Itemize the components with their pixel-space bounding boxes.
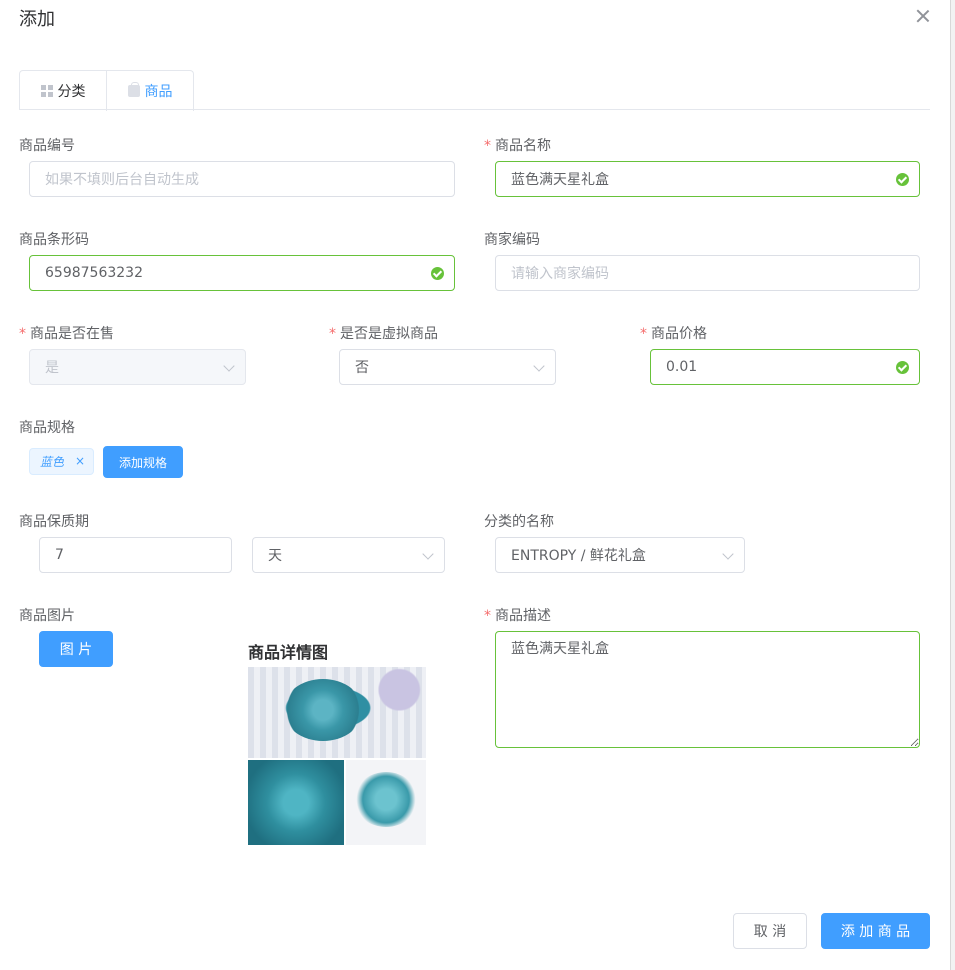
dialog-title: 添加 xyxy=(19,9,55,30)
price-label: 商品价格 xyxy=(640,323,707,343)
chevron-down-icon xyxy=(422,548,434,560)
price-input[interactable]: 0.01 xyxy=(650,349,920,385)
barcode-value: 65987563232 xyxy=(45,265,143,281)
barcode-input[interactable]: 65987563232 xyxy=(29,255,455,291)
on-sale-label: 商品是否在售 xyxy=(19,323,114,343)
product-name-input[interactable]: 蓝色满天星礼盒 xyxy=(495,161,920,197)
close-icon[interactable]: × xyxy=(75,454,85,468)
close-icon[interactable] xyxy=(914,7,932,25)
shelf-life-unit-select[interactable]: 天 xyxy=(252,537,445,573)
chevron-down-icon xyxy=(223,360,235,372)
merchant-code-input[interactable]: 请输入商家编码 xyxy=(495,255,920,291)
shelf-life-label: 商品保质期 xyxy=(19,514,89,530)
grid-icon xyxy=(40,84,53,97)
spec-tag: 蓝色 × xyxy=(29,448,94,475)
add-spec-button[interactable]: 添加规格 xyxy=(103,446,183,478)
shelf-life-input[interactable]: 7 xyxy=(39,537,232,573)
category-select[interactable]: ENTROPY / 鲜花礼盒 xyxy=(495,537,745,573)
on-sale-value: 是 xyxy=(45,360,59,376)
category-value: ENTROPY / 鲜花礼盒 xyxy=(511,548,646,564)
check-circle-icon xyxy=(896,173,909,186)
chevron-down-icon xyxy=(722,548,734,560)
tab-category[interactable]: 分类 xyxy=(19,70,107,110)
on-sale-select[interactable]: 是 xyxy=(29,349,246,385)
shelf-life-unit-value: 天 xyxy=(268,548,282,564)
category-label: 分类的名称 xyxy=(484,514,554,530)
check-circle-icon xyxy=(896,361,909,374)
price-value: 0.01 xyxy=(666,359,698,375)
bag-icon xyxy=(127,82,140,97)
product-name-value: 蓝色满天星礼盒 xyxy=(511,172,609,188)
product-no-label: 商品编号 xyxy=(19,138,75,154)
tabs-divider xyxy=(19,109,930,110)
virtual-value: 否 xyxy=(355,360,369,376)
check-circle-icon xyxy=(431,267,444,280)
spec-tag-label: 蓝色 xyxy=(40,455,65,469)
image-label: 商品图片 xyxy=(19,608,75,624)
upload-image-button[interactable]: 图 片 xyxy=(39,631,113,667)
barcode-label: 商品条形码 xyxy=(19,232,89,248)
tab-product[interactable]: 商品 xyxy=(106,70,194,111)
window-edge xyxy=(950,0,955,970)
tab-category-label: 分类 xyxy=(57,83,86,100)
chevron-down-icon xyxy=(533,360,545,372)
virtual-label: 是否是虚拟商品 xyxy=(329,323,438,343)
shelf-life-value: 7 xyxy=(55,547,64,563)
product-photo xyxy=(248,760,344,845)
product-photo xyxy=(248,667,426,758)
product-photo xyxy=(346,760,426,845)
description-label: 商品描述 xyxy=(484,605,551,625)
product-no-placeholder: 如果不填则后台自动生成 xyxy=(45,172,199,188)
tab-product-label: 商品 xyxy=(144,84,173,100)
product-no-input[interactable]: 如果不填则后台自动生成 xyxy=(29,161,455,197)
merchant-code-label: 商家编码 xyxy=(484,232,540,248)
submit-button[interactable]: 添 加 商 品 xyxy=(821,913,930,949)
spec-label: 商品规格 xyxy=(19,420,75,436)
add-dialog: 添加 分类 商品 商品编号 如果不填则后台自动生成 商品名称 蓝色满天星礼盒 商… xyxy=(0,0,950,970)
merchant-code-placeholder: 请输入商家编码 xyxy=(511,266,609,282)
description-textarea[interactable]: 蓝色满天星礼盒 xyxy=(495,631,920,748)
cancel-button[interactable]: 取 消 xyxy=(733,913,807,949)
detail-image-title: 商品详情图 xyxy=(248,643,329,662)
virtual-select[interactable]: 否 xyxy=(339,349,556,385)
product-name-label: 商品名称 xyxy=(484,135,551,155)
